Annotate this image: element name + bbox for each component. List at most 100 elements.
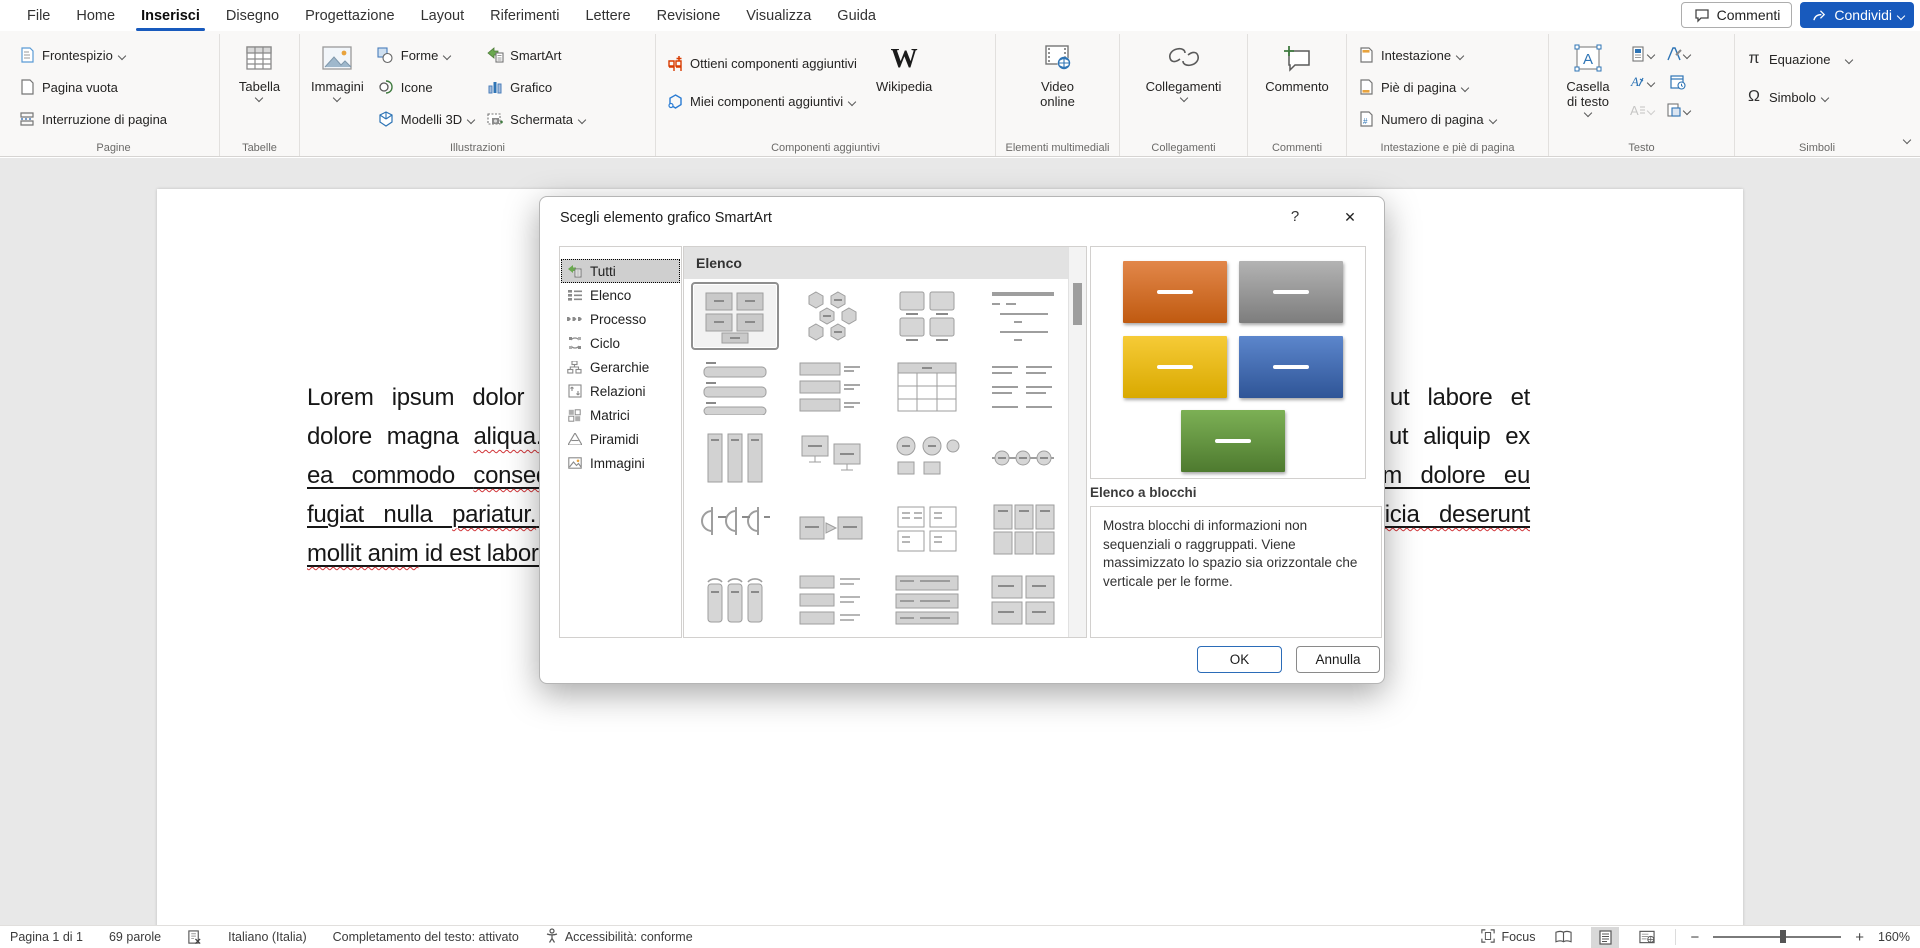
category-immagini[interactable]: Immagini xyxy=(561,451,680,475)
data-e-ora-button[interactable] xyxy=(1661,74,1695,90)
tab-riferimenti[interactable]: Riferimenti xyxy=(477,0,572,31)
riga-firma-button[interactable]: A xyxy=(1625,74,1659,90)
help-button[interactable]: ? xyxy=(1284,208,1306,225)
chevron-down-icon xyxy=(1461,83,1469,91)
scrollbar-thumb[interactable] xyxy=(1073,283,1082,325)
thumb-wide-grid[interactable] xyxy=(982,569,1064,631)
oggetto-button[interactable] xyxy=(1661,102,1695,118)
thumb-timeline-dots[interactable] xyxy=(982,427,1064,489)
gallery-scrollbar[interactable] xyxy=(1068,247,1086,637)
close-icon[interactable]: ✕ xyxy=(1332,203,1368,231)
category-piramidi[interactable]: Piramidi xyxy=(561,427,680,451)
language-indicator[interactable]: Italiano (Italia) xyxy=(228,930,307,944)
thumb-elenco-a-blocchi[interactable] xyxy=(694,285,776,347)
thumb-stacked-list[interactable] xyxy=(790,356,872,418)
ok-button[interactable]: OK xyxy=(1197,646,1282,673)
print-layout-button[interactable] xyxy=(1591,927,1619,948)
capolettera-button[interactable]: A xyxy=(1625,102,1659,118)
numero-di-pagina-button[interactable]: # Numero di pagina xyxy=(1353,104,1500,134)
zoom-slider[interactable] xyxy=(1713,936,1841,938)
dialog-title: Scegli elemento grafico SmartArt xyxy=(560,210,772,226)
ottieni-componenti-button[interactable]: Ottieni componenti aggiuntivi xyxy=(662,48,861,78)
zoom-in-button[interactable]: + xyxy=(1855,929,1864,946)
forme-button[interactable]: Forme xyxy=(373,40,478,70)
thumb-lined-list[interactable] xyxy=(982,356,1064,418)
smartart-button[interactable]: SmartArt xyxy=(482,40,589,70)
componenti-rapidi-button[interactable] xyxy=(1625,46,1659,62)
zoom-level[interactable]: 160% xyxy=(1878,930,1910,944)
thumb-detail-list[interactable] xyxy=(790,569,872,631)
read-mode-button[interactable] xyxy=(1549,927,1577,948)
simbolo-button[interactable]: Ω Simbolo xyxy=(1741,82,1856,112)
page-indicator[interactable]: Pagina 1 di 1 xyxy=(10,930,83,944)
thumb-rounded-bars[interactable] xyxy=(694,356,776,418)
pie-di-pagina-button[interactable]: Piè di pagina xyxy=(1353,72,1500,102)
tab-guida[interactable]: Guida xyxy=(824,0,889,31)
category-tutti[interactable]: Tutti xyxy=(561,259,680,283)
collegamenti-button[interactable]: Collegamenti xyxy=(1141,36,1227,101)
thumb-arrow-blocks[interactable] xyxy=(790,498,872,560)
zoom-out-button[interactable]: − xyxy=(1690,929,1699,946)
web-layout-button[interactable] xyxy=(1633,927,1661,948)
video-online-button[interactable]: Video online xyxy=(1023,36,1093,109)
cube-3d-icon xyxy=(377,110,395,128)
commento-button[interactable]: Commento xyxy=(1260,36,1334,94)
thumb-segmented-list[interactable] xyxy=(886,569,968,631)
tabella-button[interactable]: Tabella xyxy=(234,36,285,101)
equazione-button[interactable]: π Equazione xyxy=(1741,44,1856,74)
collapse-ribbon-button[interactable] xyxy=(1904,130,1910,148)
wordart-button[interactable] xyxy=(1661,46,1695,62)
tab-revisione[interactable]: Revisione xyxy=(644,0,734,31)
immagini-button[interactable]: Immagini xyxy=(306,36,369,101)
thumb-cylinder-columns[interactable] xyxy=(694,569,776,631)
thumb-grouped-grid[interactable] xyxy=(886,498,968,560)
text-box-icon: A xyxy=(1571,41,1605,75)
tab-layout[interactable]: Layout xyxy=(408,0,478,31)
thumb-monitor-shapes[interactable] xyxy=(790,427,872,489)
thumb-hexagon-cluster[interactable] xyxy=(790,285,872,347)
casella-di-testo-button[interactable]: A Casella di testo xyxy=(1555,36,1621,116)
tab-lettere[interactable]: Lettere xyxy=(572,0,643,31)
proofing-errors-icon[interactable] xyxy=(187,930,202,945)
category-ciclo[interactable]: Ciclo xyxy=(561,331,680,355)
miei-componenti-button[interactable]: Miei componenti aggiuntivi xyxy=(662,86,861,116)
tab-home[interactable]: Home xyxy=(63,0,128,31)
thumb-picture-caption-list[interactable] xyxy=(886,285,968,347)
category-gerarchie[interactable]: Gerarchie xyxy=(561,355,680,379)
modelli-3d-button[interactable]: Modelli 3D xyxy=(373,104,478,134)
share-button[interactable]: Condividi xyxy=(1800,2,1914,28)
category-matrici[interactable]: Matrici xyxy=(561,403,680,427)
icone-button[interactable]: Icone xyxy=(373,72,478,102)
thumb-text-lines[interactable] xyxy=(982,285,1064,347)
intestazione-button[interactable]: Intestazione xyxy=(1353,40,1500,70)
thumb-dial-list[interactable] xyxy=(694,498,776,560)
grafico-button[interactable]: Grafico xyxy=(482,72,589,102)
zoom-slider-thumb[interactable] xyxy=(1780,930,1786,943)
thumb-vertical-columns[interactable] xyxy=(694,427,776,489)
focus-mode-button[interactable]: Focus xyxy=(1481,929,1535,946)
pagina-vuota-button[interactable]: Pagina vuota xyxy=(14,72,171,102)
frontespizio-button[interactable]: Frontespizio xyxy=(14,40,171,70)
word-count[interactable]: 69 parole xyxy=(109,930,161,944)
accessibility-indicator[interactable]: Accessibilità: conforme xyxy=(545,928,693,946)
tab-file[interactable]: File xyxy=(14,0,63,31)
category-processo[interactable]: Processo xyxy=(561,307,680,331)
thumb-circle-process[interactable] xyxy=(886,427,968,489)
schermata-button[interactable]: Schermata xyxy=(482,104,589,134)
chevron-down-icon xyxy=(1647,78,1655,86)
preview-block-yellow xyxy=(1123,336,1227,398)
tab-disegno[interactable]: Disegno xyxy=(213,0,292,31)
cancel-button[interactable]: Annulla xyxy=(1296,646,1380,673)
tab-visualizza[interactable]: Visualizza xyxy=(733,0,824,31)
category-elenco[interactable]: Elenco xyxy=(561,283,680,307)
category-relazioni[interactable]: Relazioni xyxy=(561,379,680,403)
thumb-big-tiles[interactable] xyxy=(982,498,1064,560)
thumb-table-list[interactable] xyxy=(886,356,968,418)
comments-button[interactable]: Commenti xyxy=(1681,2,1793,28)
wikipedia-button[interactable]: W Wikipedia xyxy=(871,36,937,94)
tab-inserisci[interactable]: Inserisci xyxy=(128,0,213,31)
tab-progettazione[interactable]: Progettazione xyxy=(292,0,407,31)
interruzione-pagina-button[interactable]: Interruzione di pagina xyxy=(14,104,171,134)
text-completion-indicator[interactable]: Completamento del testo: attivato xyxy=(333,930,519,944)
chevron-down-icon xyxy=(1821,93,1829,101)
